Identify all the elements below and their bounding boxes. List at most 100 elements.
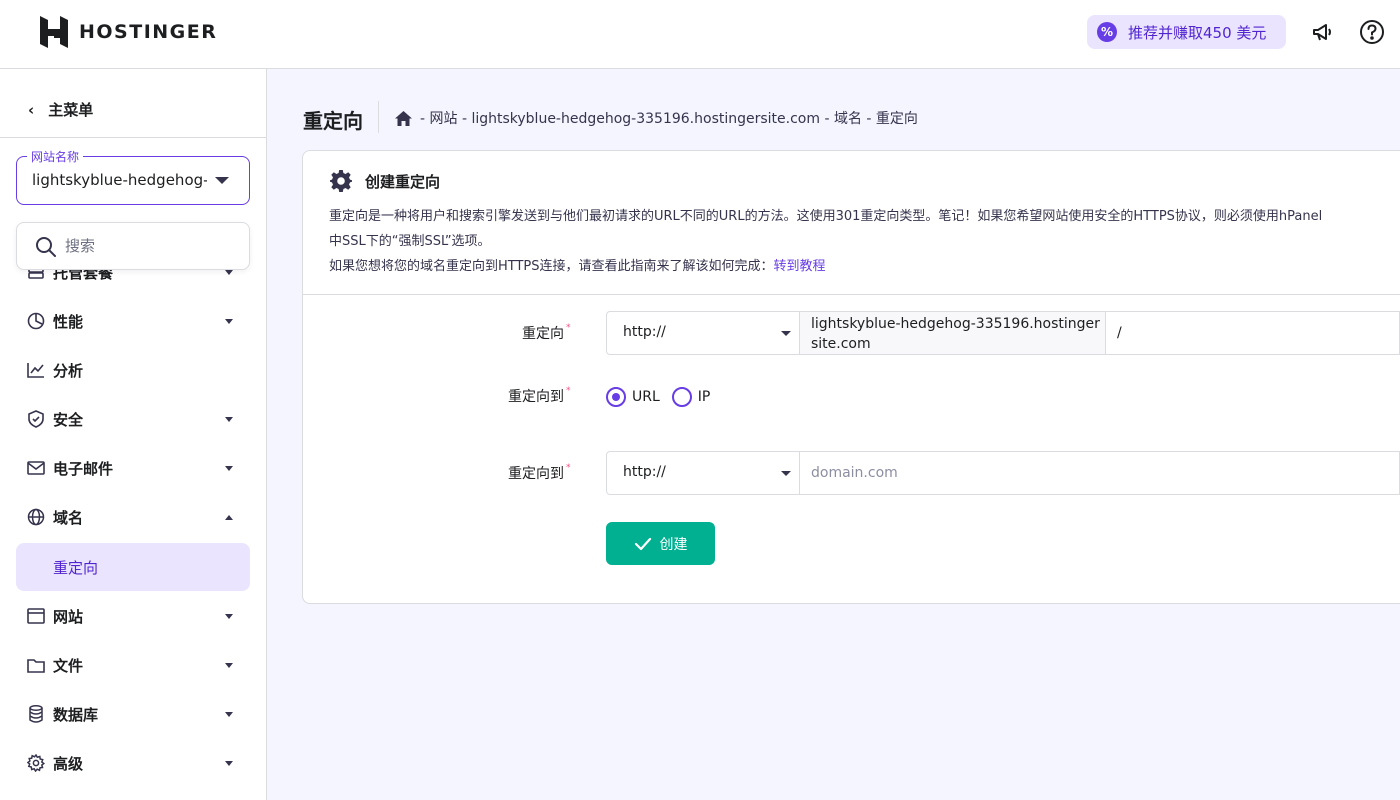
sidebar-item-label: 性能 (53, 312, 84, 331)
card-title: 创建重定向 (365, 173, 441, 191)
page-title: 重定向 (303, 109, 363, 133)
caret-down-icon (781, 331, 791, 336)
announcement-button[interactable] (1309, 18, 1337, 46)
create-redirect-card: 创建重定向 重定向是一种将用户和搜索引擎发送到与他们最初请求的URL不同的URL… (302, 150, 1400, 604)
shield-icon (27, 410, 45, 428)
sidebar-item-label: 电子邮件 (53, 459, 114, 478)
source-path-input[interactable] (1106, 311, 1400, 355)
sidebar-item-performance[interactable]: 性能 (16, 297, 250, 345)
analytics-icon (27, 361, 45, 379)
caret-down-icon (781, 471, 791, 476)
performance-icon (27, 312, 45, 330)
top-bar: HOSTINGER % 推荐并赚取450 美元 (0, 0, 1400, 69)
title-divider (378, 101, 379, 133)
search-icon (36, 237, 56, 257)
sidebar-item-label: 重定向 (53, 558, 99, 577)
sidebar-item-websites[interactable]: 网站 (16, 592, 250, 640)
description-text: 如果您想将您的域名重定向到HTTPS连接，请查看此指南来了解该如何完成： (329, 259, 774, 274)
redirect-source-label: 重定向 * (522, 323, 571, 342)
sidebar-item-label: 数据库 (53, 705, 99, 724)
hostinger-logo-icon (40, 16, 68, 48)
percent-badge-icon: % (1097, 22, 1117, 42)
browser-window-icon (27, 607, 45, 625)
sidebar-search (16, 222, 250, 270)
caret-down-icon (225, 662, 233, 668)
required-asterisk: * (566, 386, 571, 396)
redirect-type-label: 重定向到 * (508, 386, 571, 405)
gear-icon (27, 754, 45, 772)
caret-down-icon (225, 269, 233, 275)
sidebar-divider (0, 137, 266, 138)
description-line: 重定向是一种将用户和搜索引擎发送到与他们最初请求的URL不同的URL的方法。这使… (329, 209, 1323, 224)
sidebar-item-domains[interactable]: 域名 (16, 493, 250, 541)
sidebar-item-redirects[interactable]: 重定向 (16, 543, 250, 591)
globe-icon (27, 508, 45, 526)
gear-icon (330, 170, 352, 192)
target-protocol-value: http:// (623, 464, 666, 480)
sidebar-item-databases[interactable]: 数据库 (16, 690, 250, 738)
home-icon[interactable] (395, 110, 412, 126)
referral-label: 推荐并赚取450 美元 (1128, 23, 1267, 42)
sidebar-item-label: 网站 (53, 607, 84, 626)
website-name-select[interactable]: 网站名称 lightskyblue-hedgehog-3 (16, 148, 250, 205)
sidebar-item-label: 安全 (53, 410, 84, 429)
target-protocol-select[interactable]: http:// (606, 451, 800, 495)
back-to-main-menu[interactable]: ‹ 主菜单 (28, 99, 93, 120)
sidebar: ‹ 主菜单 网站名称 lightskyblue-hedgehog-3 托管套餐 … (0, 69, 267, 800)
description-line: 中SSL下的“强制SSL”选项。 (329, 234, 491, 249)
sidebar-item-label: 高级 (53, 754, 84, 773)
referral-button[interactable]: % 推荐并赚取450 美元 (1087, 15, 1286, 49)
breadcrumb: - 网站 - lightskyblue-hedgehog-335196.host… (395, 108, 918, 128)
caret-down-icon (225, 465, 233, 471)
radio-url-label[interactable]: URL (632, 389, 660, 405)
help-button[interactable] (1358, 18, 1386, 46)
checkmark-icon (634, 537, 652, 551)
card-divider (303, 294, 1400, 295)
sidebar-item-label: 文件 (53, 656, 84, 675)
source-domain-value: lightskyblue-hedgehog-335196.hostingersi… (811, 316, 1100, 352)
card-description: 重定向是一种将用户和搜索引擎发送到与他们最初请求的URL不同的URL的方法。这使… (329, 204, 1400, 279)
source-protocol-value: http:// (623, 324, 666, 340)
required-asterisk: * (566, 323, 571, 333)
sidebar-search-input[interactable] (65, 235, 235, 257)
brand-name: HOSTINGER (79, 21, 218, 43)
database-icon (27, 705, 45, 723)
caret-up-icon (225, 514, 233, 520)
required-asterisk: * (566, 463, 571, 473)
megaphone-icon (1313, 24, 1331, 41)
redirect-target-label: 重定向到 * (508, 463, 571, 482)
caret-down-icon (225, 416, 233, 422)
radio-url[interactable] (606, 387, 626, 407)
redirect-type-radio-group: URL IP (606, 387, 722, 407)
website-name-select-value: lightskyblue-hedgehog-3 (32, 171, 207, 189)
help-circle-icon (1360, 20, 1384, 44)
guide-link[interactable]: 转到教程 (774, 259, 826, 274)
radio-ip-label[interactable]: IP (698, 389, 711, 405)
folder-icon (27, 656, 45, 674)
radio-selected-dot (612, 393, 620, 401)
create-button[interactable]: 创建 (606, 522, 715, 565)
sidebar-item-analytics[interactable]: 分析 (16, 346, 250, 394)
sidebar-item-label: 分析 (53, 361, 84, 380)
radio-ip[interactable] (671, 387, 692, 407)
hostinger-logo[interactable]: HOSTINGER (40, 16, 217, 48)
sidebar-item-label: 域名 (53, 508, 84, 527)
caret-down-icon (225, 613, 233, 619)
website-name-select-label: 网站名称 (27, 148, 84, 165)
sidebar-item-security[interactable]: 安全 (16, 395, 250, 443)
mail-icon (27, 459, 45, 477)
sidebar-item-advanced[interactable]: 高级 (16, 739, 250, 787)
sidebar-item-email[interactable]: 电子邮件 (16, 444, 250, 492)
caret-down-icon (225, 760, 233, 766)
chevron-left-icon: ‹ (28, 100, 35, 119)
caret-down-icon (225, 318, 233, 324)
caret-down-icon (225, 711, 233, 717)
caret-down-icon (215, 177, 229, 184)
breadcrumb-path[interactable]: - 网站 - lightskyblue-hedgehog-335196.host… (420, 108, 918, 128)
source-domain-display: lightskyblue-hedgehog-335196.hostingersi… (800, 311, 1106, 355)
target-domain-input[interactable] (800, 451, 1400, 495)
source-protocol-select[interactable]: http:// (606, 311, 800, 355)
description-line-with-link: 如果您想将您的域名重定向到HTTPS连接，请查看此指南来了解该如何完成：转到教程 (329, 254, 1400, 279)
sidebar-item-files[interactable]: 文件 (16, 641, 250, 689)
back-label: 主菜单 (48, 101, 94, 119)
